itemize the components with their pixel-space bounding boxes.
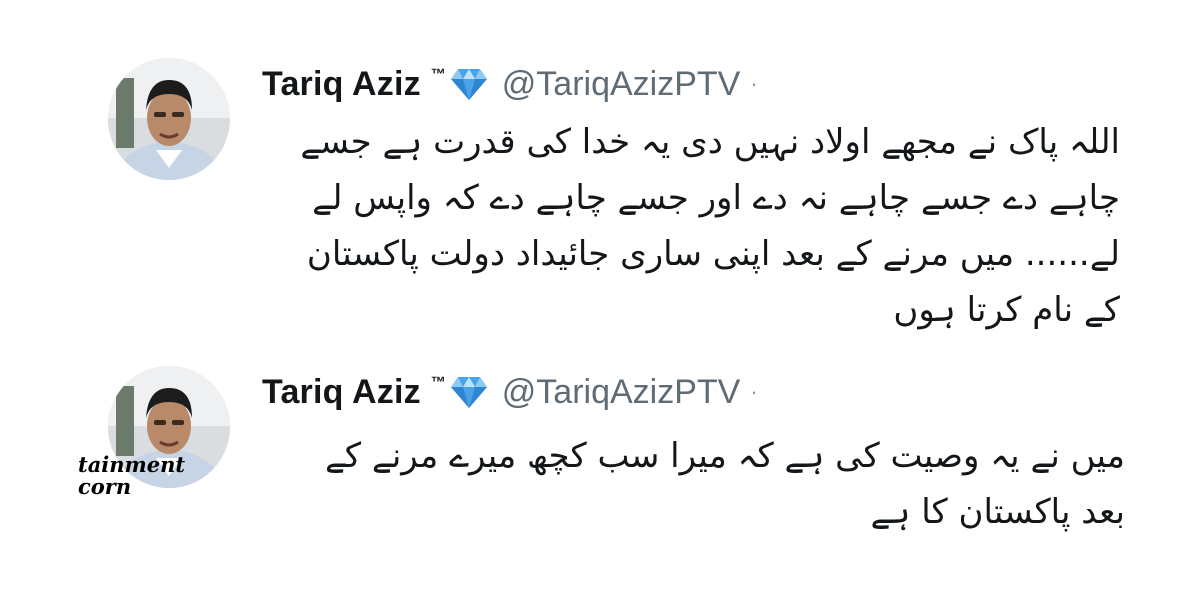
tweet-header: Tariq Aziz ™ @TariqAzizPTV · xyxy=(262,64,758,104)
diamond-icon xyxy=(450,67,488,101)
tweet-text: میں نے یہ وصیت کی ہے کہ میرا سب کچھ میرے… xyxy=(325,428,1125,540)
separator-dot: · xyxy=(750,71,758,96)
tweet-text-line: اللہ پاک نے مجھے اولاد نہیں دی یہ خدا کی… xyxy=(300,122,1120,162)
separator-dot: · xyxy=(750,379,758,404)
avatar[interactable] xyxy=(108,58,230,180)
tweet-header: Tariq Aziz ™ @TariqAzizPTV · xyxy=(262,372,758,412)
handle[interactable]: @TariqAzizPTV xyxy=(502,65,741,104)
tweet-text: اللہ پاک نے مجھے اولاد نہیں دی یہ خدا کی… xyxy=(300,114,1120,338)
watermark: tainment corn xyxy=(78,454,185,498)
tweet-text-line: میں نے یہ وصیت کی ہے کہ میرا سب کچھ میرے… xyxy=(324,436,1125,476)
trademark: ™ xyxy=(430,373,446,391)
diamond-icon xyxy=(450,375,488,409)
display-name[interactable]: Tariq Aziz xyxy=(262,65,421,104)
handle[interactable]: @TariqAzizPTV xyxy=(502,373,741,412)
trademark: ™ xyxy=(430,65,446,83)
watermark-line: tainment xyxy=(78,452,186,477)
tweet-text-line: بعد پاکستان کا ہے xyxy=(870,492,1125,532)
tweet-text-line: کے نام کرتا ہوں xyxy=(893,290,1120,330)
tweet-text-line: لے...... میں مرنے کے بعد اپنی ساری جائید… xyxy=(306,234,1120,274)
watermark-line: corn xyxy=(78,474,132,499)
tweet-text-line: چاہے دے جسے چاہے نہ دے اور جسے چاہے دے ک… xyxy=(312,178,1120,218)
display-name[interactable]: Tariq Aziz xyxy=(262,373,421,412)
